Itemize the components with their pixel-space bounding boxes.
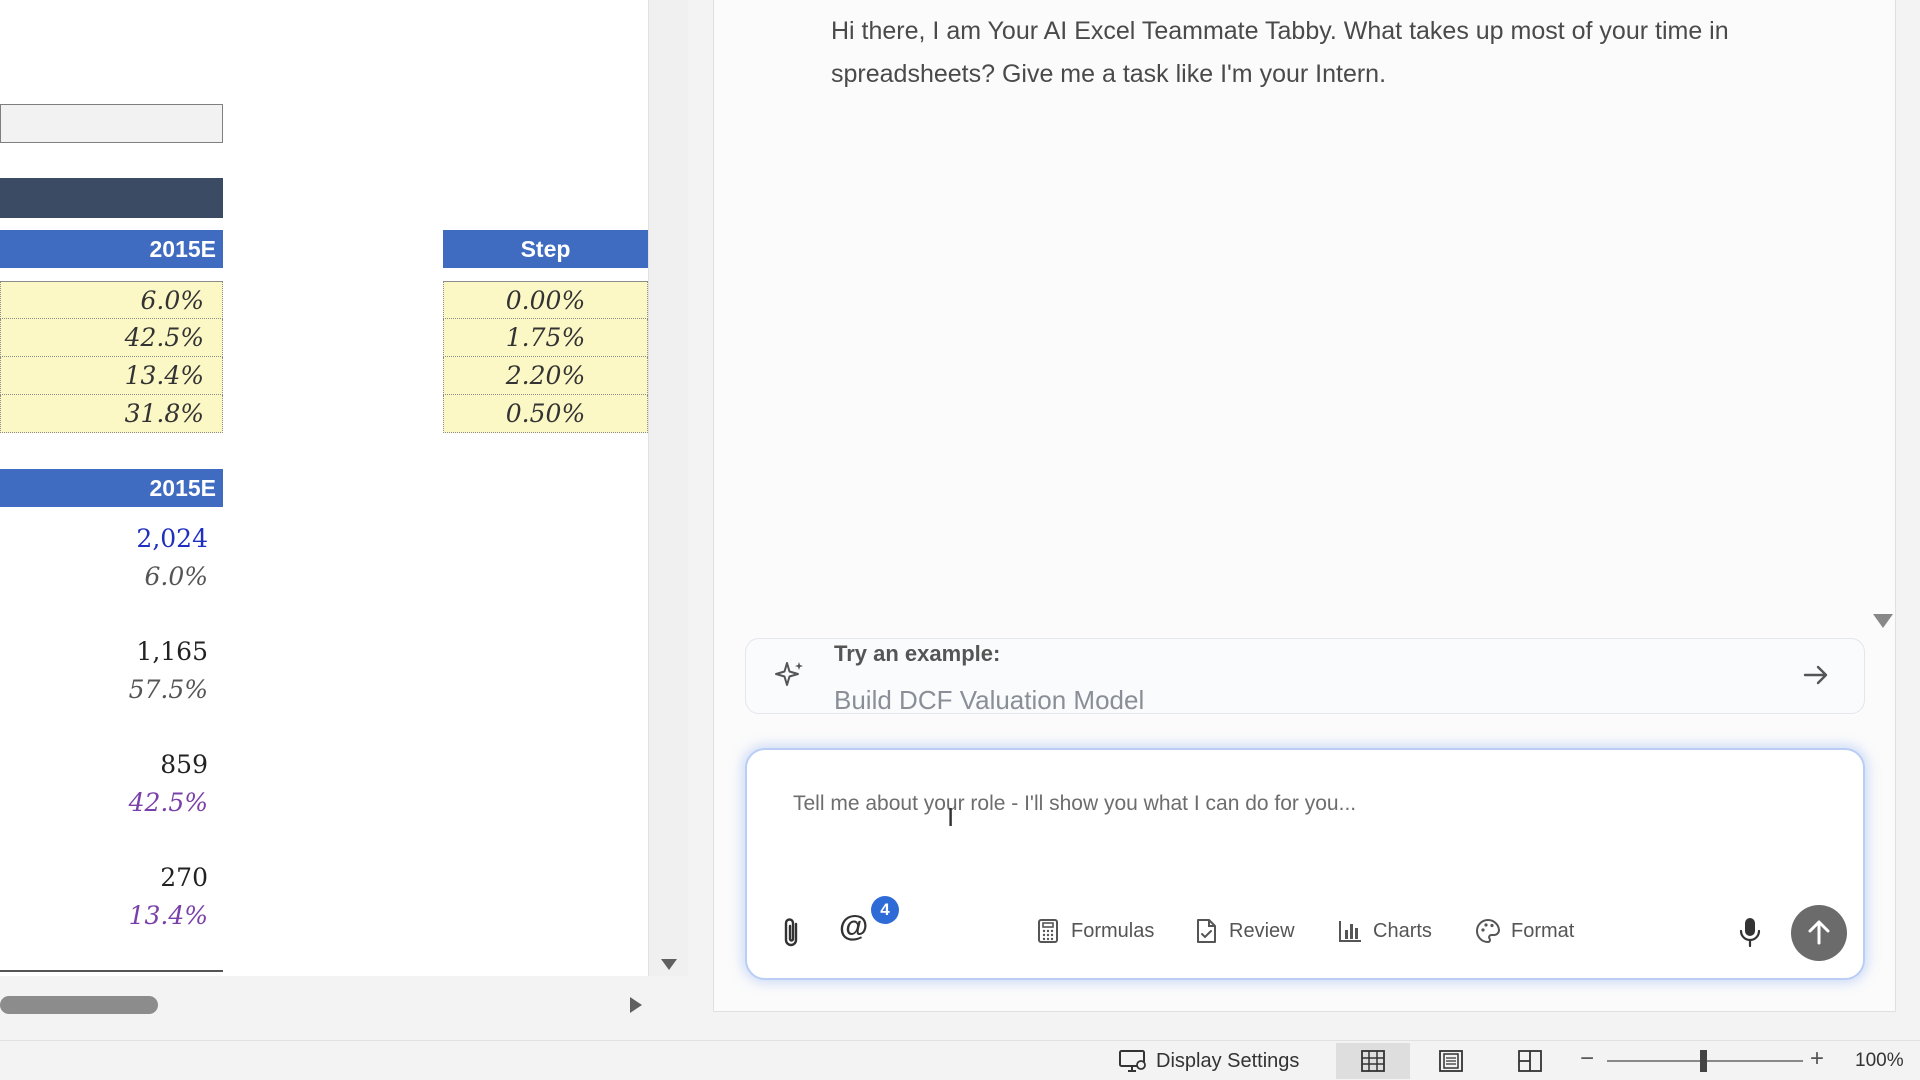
microphone-icon[interactable] [1737, 916, 1763, 948]
normal-view-button[interactable] [1336, 1043, 1410, 1079]
step-header[interactable]: Step [443, 230, 648, 268]
chat-input-box[interactable]: Tell me about your role - I'll show you … [745, 748, 1865, 980]
assistant-greeting: Hi there, I am Your AI Excel Teammate Ta… [831, 17, 1729, 88]
assumption-cell[interactable]: 13.4% [0, 357, 223, 395]
pane-scroll-down-icon[interactable] [1873, 614, 1893, 628]
page-layout-view-button[interactable] [1414, 1043, 1488, 1079]
ai-assistant-pane: Hi there, I am Your AI Excel Teammate Ta… [713, 0, 1896, 1012]
vertical-scrollbar[interactable] [648, 0, 688, 976]
sparkle-icon [775, 662, 803, 686]
assumption-cell[interactable]: 42.5% [0, 319, 223, 357]
projection-value[interactable]: 270 [0, 863, 223, 892]
format-label: Format [1511, 919, 1575, 942]
step-cell[interactable]: 1.75% [443, 319, 648, 357]
chat-input-placeholder[interactable]: Tell me about your role - I'll show you … [793, 792, 1356, 816]
zoom-slider-thumb[interactable] [1700, 1050, 1707, 1072]
assumptions-year-header[interactable]: 2015E [0, 230, 223, 268]
format-button[interactable]: Format [1475, 918, 1574, 944]
spreadsheet-grid[interactable]: 2015E Step 6.0% 42.5% 13.4% 31.8% 0.00% … [0, 0, 648, 976]
arrow-up-icon [1808, 920, 1830, 945]
projection-value[interactable]: 859 [0, 750, 223, 779]
page-layout-icon [1439, 1050, 1463, 1072]
charts-label: Charts [1373, 919, 1432, 942]
page-break-view-button[interactable] [1493, 1043, 1567, 1079]
formulas-button[interactable]: Formulas [1035, 918, 1154, 944]
document-check-icon [1197, 919, 1216, 943]
section-header-band [0, 178, 223, 218]
projection-value[interactable]: 2,024 [0, 524, 223, 553]
scroll-right-icon[interactable] [630, 997, 642, 1013]
projection-value[interactable]: 13.4% [0, 901, 223, 930]
status-bar: Display Settings − + 100% [0, 1040, 1920, 1080]
assumption-cell[interactable]: 31.8% [0, 395, 223, 433]
arrow-right-icon[interactable] [1802, 661, 1830, 689]
example-text[interactable]: Build DCF Valuation Model [834, 685, 1144, 716]
horizontal-scroll-thumb[interactable] [0, 996, 158, 1014]
monitor-gear-icon [1119, 1050, 1146, 1072]
projection-year-header[interactable]: 2015E [0, 469, 223, 507]
formulas-label: Formulas [1071, 919, 1155, 942]
step-cell[interactable]: 0.00% [443, 281, 648, 319]
display-settings-label: Display Settings [1156, 1049, 1300, 1072]
cell-border [0, 970, 223, 972]
input-cell[interactable] [0, 104, 223, 143]
paperclip-icon[interactable] [777, 916, 805, 950]
projection-value[interactable]: 42.5% [0, 788, 223, 817]
charts-button[interactable]: Charts [1337, 918, 1432, 944]
example-suggestion-card[interactable]: Try an example: Build DCF Valuation Mode… [745, 638, 1865, 716]
calculator-icon [1038, 919, 1058, 943]
mention-count-badge: 4 [871, 896, 899, 924]
zoom-out-button[interactable]: − [1580, 1045, 1594, 1073]
grid-view-icon [1361, 1050, 1385, 1072]
zoom-in-button[interactable]: + [1810, 1045, 1824, 1073]
projection-value[interactable]: 1,165 [0, 637, 223, 666]
mention-icon[interactable]: @ [839, 910, 868, 944]
page-break-icon [1518, 1050, 1542, 1072]
zoom-level[interactable]: 100% [1855, 1050, 1904, 1072]
example-label: Try an example: [834, 641, 1001, 666]
send-button[interactable] [1791, 905, 1847, 961]
palette-icon [1476, 918, 1501, 944]
step-cell[interactable]: 0.50% [443, 395, 648, 433]
projection-value[interactable]: 6.0% [0, 562, 223, 591]
projection-value[interactable]: 57.5% [0, 675, 223, 704]
review-button[interactable]: Review [1193, 918, 1295, 944]
step-cell[interactable]: 2.20% [443, 357, 648, 395]
display-settings-button[interactable]: Display Settings [1118, 1048, 1299, 1074]
scroll-down-icon[interactable] [661, 959, 677, 970]
review-label: Review [1229, 919, 1295, 942]
assumption-cell[interactable]: 6.0% [0, 281, 223, 319]
bar-chart-icon [1339, 921, 1361, 942]
horizontal-scrollbar[interactable] [0, 985, 648, 1025]
text-cursor-icon: I [947, 802, 955, 832]
